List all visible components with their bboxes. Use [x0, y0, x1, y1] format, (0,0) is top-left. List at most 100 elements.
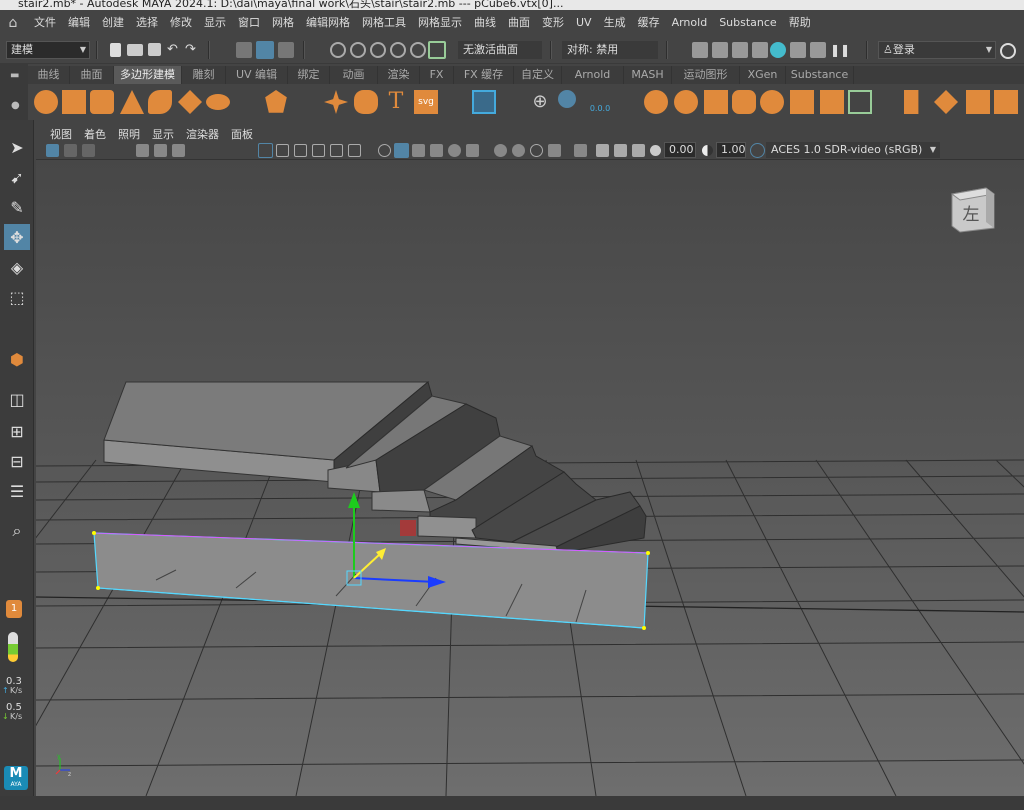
shadows-icon[interactable] [466, 144, 479, 157]
vp-menu-panels[interactable]: 面板 [225, 126, 259, 142]
poly-cube-icon[interactable] [62, 90, 86, 114]
multi-cut-icon[interactable] [966, 90, 990, 114]
2d-pan-zoom-icon[interactable] [154, 144, 167, 157]
anti-aliasing-icon[interactable] [530, 144, 543, 157]
scale-tool-icon[interactable]: ⬚ [4, 284, 30, 310]
home-icon[interactable]: ⌂ [4, 14, 22, 32]
render-setup-icon[interactable] [790, 42, 806, 58]
shelf-tab-motion-graphics[interactable]: 运动图形 [672, 66, 740, 84]
snap-point-icon[interactable] [370, 42, 386, 58]
move-tool-icon[interactable]: ✥ [4, 224, 30, 250]
film-gate-icon[interactable] [276, 144, 289, 157]
gamma-field[interactable]: 1.00 [716, 142, 746, 158]
sweep-mesh-icon[interactable] [354, 90, 378, 114]
shelf-menu-icon[interactable]: ● [11, 100, 20, 111]
single-perspective-layout-icon[interactable]: ◫ [4, 386, 30, 412]
select-object-icon[interactable] [256, 41, 274, 59]
safe-action-icon[interactable] [348, 144, 361, 157]
poly-sphere-icon[interactable] [34, 90, 58, 114]
extrude-icon[interactable] [790, 90, 814, 114]
motion-blur-icon[interactable] [512, 144, 525, 157]
snap-view-plane-icon[interactable] [390, 42, 406, 58]
resolution-gate-icon[interactable] [294, 144, 307, 157]
shelf-tab-animation[interactable]: 动画 [330, 66, 378, 84]
rotate-tool-icon[interactable]: ◈ [4, 254, 30, 280]
menu-create[interactable]: 创建 [96, 10, 130, 36]
pause-icon[interactable]: ❚❚ [830, 42, 850, 58]
xray-joints-icon[interactable] [614, 144, 627, 157]
vp-menu-show[interactable]: 显示 [146, 126, 180, 142]
grid-toggle-icon[interactable] [258, 143, 273, 158]
paint-select-tool-icon[interactable]: ✎ [4, 194, 30, 220]
field-chart-icon[interactable] [330, 144, 343, 157]
bookmarks-icon[interactable] [82, 144, 95, 157]
make-live-icon[interactable] [410, 42, 426, 58]
menu-mesh-display[interactable]: 网格显示 [412, 10, 468, 36]
lights-icon[interactable] [448, 144, 461, 157]
uv-editor-icon[interactable] [472, 90, 496, 114]
color-management-icon[interactable] [750, 143, 765, 158]
security-shield-icon[interactable]: 1 [6, 600, 22, 618]
menu-display[interactable]: 显示 [198, 10, 232, 36]
snap-curve-icon[interactable] [350, 42, 366, 58]
menu-mesh[interactable]: 网格 [266, 10, 300, 36]
render-settings-icon[interactable] [752, 42, 768, 58]
menu-help[interactable]: 帮助 [783, 10, 817, 36]
search-icon[interactable]: ⌕ [4, 518, 30, 544]
shelf-tab-fx[interactable]: FX [420, 66, 454, 84]
type-tool-icon[interactable]: T [384, 90, 408, 114]
redo-icon[interactable]: ↷ [185, 43, 201, 60]
last-tool-icon[interactable]: ⬢ [4, 346, 30, 372]
menu-cache[interactable]: 缓存 [632, 10, 666, 36]
shelf-collapse-icon[interactable]: ▬ [10, 70, 19, 81]
shelf-tab-rendering[interactable]: 渲染 [378, 66, 420, 84]
menu-mesh-tools[interactable]: 网格工具 [356, 10, 412, 36]
grease-pencil-icon[interactable] [172, 144, 185, 157]
mirror-icon[interactable] [904, 90, 919, 114]
pivot-icon[interactable]: ⊕ [528, 90, 552, 114]
four-view-layout-icon[interactable]: ⊞ [4, 418, 30, 444]
gate-mask-icon[interactable] [312, 144, 325, 157]
login-dropdown[interactable]: ♙登录 ▼ [878, 41, 996, 59]
depth-of-field-icon[interactable] [548, 144, 561, 157]
poly-torus-icon[interactable] [148, 90, 172, 114]
menu-arnold[interactable]: Arnold [666, 10, 714, 36]
persp-outliner-layout-icon[interactable]: ⊟ [4, 448, 30, 474]
extract-icon[interactable] [704, 90, 728, 114]
shelf-tab-xgen[interactable]: XGen [740, 66, 786, 84]
ipr-render-icon[interactable] [732, 42, 748, 58]
symmetry-dropdown[interactable]: 对称: 禁用 [562, 41, 658, 59]
smooth-shade-icon[interactable] [394, 143, 409, 158]
hypershade-icon[interactable] [770, 42, 786, 58]
new-scene-icon[interactable] [110, 43, 121, 57]
xray-components-icon[interactable] [632, 144, 645, 157]
shelf-tab-custom[interactable]: 自定义 [514, 66, 562, 84]
save-scene-icon[interactable] [148, 43, 161, 56]
menu-modify[interactable]: 修改 [164, 10, 198, 36]
gamma-icon[interactable] [702, 145, 713, 156]
shelf-tab-curves[interactable]: 曲线 [28, 66, 70, 84]
textured-icon[interactable] [430, 144, 443, 157]
shelf-tab-uv-editing[interactable]: UV 编辑 [226, 66, 288, 84]
select-component-icon[interactable] [278, 42, 294, 58]
boolean-icon[interactable] [732, 90, 756, 114]
shelf-tab-mash[interactable]: MASH [624, 66, 672, 84]
render-current-icon[interactable] [712, 42, 728, 58]
poly-plane-icon[interactable] [178, 90, 202, 114]
view-transform-dropdown[interactable]: ACES 1.0 SDR-video (sRGB) ▼ [766, 142, 940, 158]
viewport-persp[interactable]: 左 y z [36, 160, 1024, 796]
undo-icon[interactable]: ↶ [167, 43, 183, 60]
shelf-tab-fx-caching[interactable]: FX 缓存 [454, 66, 514, 84]
xray-icon[interactable] [596, 144, 609, 157]
live-surface-field[interactable]: 无激活曲面 [458, 41, 542, 59]
separate-icon[interactable] [674, 90, 698, 114]
insert-edge-loop-icon[interactable] [994, 90, 1018, 114]
vp-menu-shading[interactable]: 着色 [78, 126, 112, 142]
vp-menu-view[interactable]: 视图 [44, 126, 78, 142]
select-camera-icon[interactable] [46, 144, 59, 157]
lasso-tool-icon[interactable]: ➹ [4, 164, 30, 190]
clock-icon[interactable] [558, 90, 576, 108]
shelf-tab-poly-modeling[interactable]: 多边形建模 [114, 66, 182, 84]
menuset-dropdown[interactable]: 建模 ▼ [6, 41, 90, 59]
outliner-icon[interactable]: ☰ [4, 478, 30, 504]
